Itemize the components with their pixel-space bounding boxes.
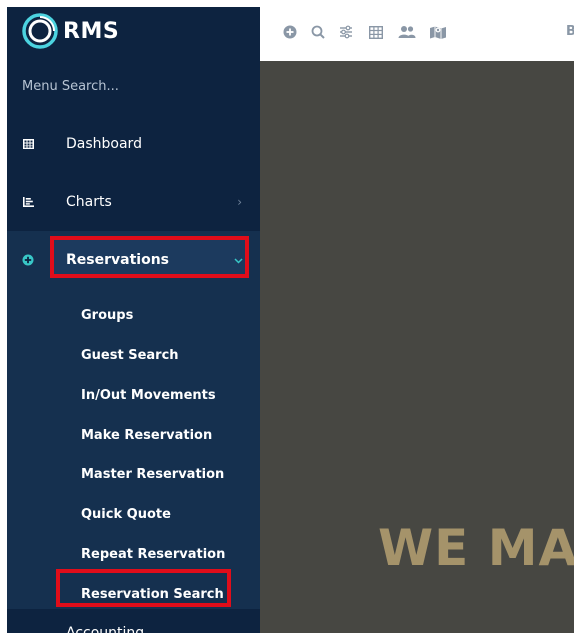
- rms-logo[interactable]: RMS: [21, 11, 119, 51]
- sidebar-item-accounting[interactable]: Accounting: [7, 609, 260, 633]
- sidebar-item-label: Charts: [66, 194, 112, 210]
- reservations-submenu: Groups Guest Search In/Out Movements Mak…: [7, 289, 260, 609]
- menu-search-input[interactable]: Menu Search...: [22, 79, 119, 94]
- sidebar-item-reservations[interactable]: Reservations: [7, 231, 260, 289]
- chevron-right-icon: ›: [237, 195, 242, 209]
- sliders-icon[interactable]: [337, 23, 355, 41]
- submenu-item-quick-quote[interactable]: Quick Quote: [81, 507, 171, 522]
- submenu-item-guest-search[interactable]: Guest Search: [81, 348, 179, 363]
- sidebar-item-dashboard[interactable]: Dashboard: [7, 115, 260, 173]
- bar-chart-icon: [22, 196, 34, 208]
- grid-icon: [22, 138, 34, 150]
- submenu-item-repeat-reservation[interactable]: Repeat Reservation: [81, 547, 225, 562]
- submenu-item-make-reservation[interactable]: Make Reservation: [81, 428, 212, 443]
- top-toolbar: B: [260, 7, 574, 61]
- add-icon[interactable]: [281, 23, 299, 41]
- search-icon[interactable]: [309, 23, 327, 41]
- chevron-down-icon: [234, 253, 243, 267]
- sidebar-item-charts[interactable]: Charts ›: [7, 173, 260, 231]
- sidebar-item-label: Reservations: [66, 252, 169, 268]
- logo-text: RMS: [63, 18, 120, 44]
- sidebar-item-label: Dashboard: [66, 136, 142, 152]
- app-frame: RMS Menu Search... Dashboard Charts › Re…: [7, 7, 574, 633]
- users-icon[interactable]: [398, 23, 416, 41]
- highlight-box: [56, 569, 231, 607]
- submenu-item-master-reservation[interactable]: Master Reservation: [81, 467, 224, 482]
- plus-circle-icon: [22, 254, 34, 266]
- submenu-item-in-out-movements[interactable]: In/Out Movements: [81, 388, 216, 403]
- map-icon[interactable]: [429, 23, 447, 41]
- submenu-item-groups[interactable]: Groups: [81, 308, 133, 323]
- hero-headline: WE MA: [378, 519, 574, 577]
- sidebar-item-label: Accounting: [66, 625, 145, 633]
- grid-icon[interactable]: [367, 23, 385, 41]
- sidebar: RMS Menu Search... Dashboard Charts › Re…: [7, 7, 260, 633]
- rms-logo-icon: [22, 13, 58, 49]
- toolbar-overflow-text[interactable]: B: [566, 24, 574, 39]
- hero-banner: WE MA: [260, 61, 574, 633]
